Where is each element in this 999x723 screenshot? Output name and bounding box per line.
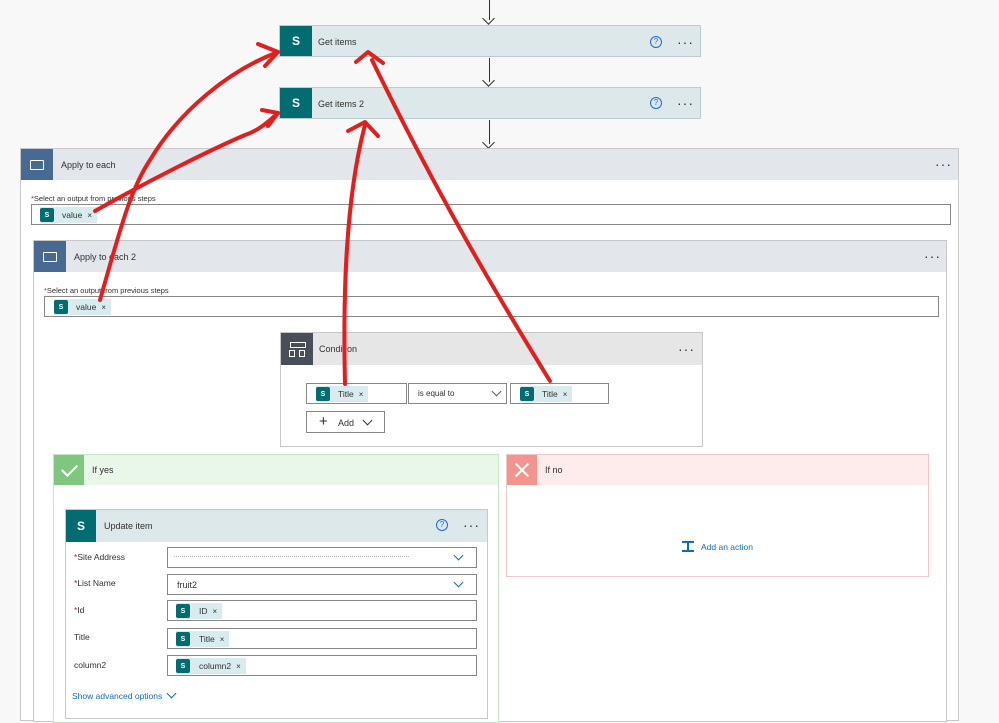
help-icon[interactable]: ? (436, 519, 448, 531)
sharepoint-icon: S (176, 632, 190, 646)
loop-icon (34, 241, 66, 272)
more-options-icon[interactable]: ··· (678, 342, 695, 356)
sharepoint-icon: S (280, 88, 312, 118)
arrow-head-icon (482, 74, 495, 87)
select-output-label: *Select an output from previous steps (44, 286, 169, 295)
title-input[interactable]: S Title × (167, 628, 477, 649)
show-advanced-options-link[interactable]: Show advanced options (72, 688, 177, 701)
apply-to-each-title: Apply to each (61, 159, 116, 170)
more-options-icon[interactable]: ··· (935, 157, 952, 171)
list-name-input[interactable]: fruit2 (167, 574, 477, 595)
operator-select[interactable]: is equal to (408, 383, 507, 404)
select-output-label: *Select an output from previous steps (31, 194, 156, 203)
remove-token-icon[interactable]: × (220, 635, 225, 644)
if-no-header[interactable]: If no (507, 455, 928, 485)
apply-to-each-2-card: Apply to each 2 ··· *Select an output fr… (33, 240, 947, 723)
dynamic-token[interactable]: S Title × (176, 631, 230, 647)
apply-to-each-card: Apply to each ··· *Select an output from… (20, 148, 959, 723)
condition-title: Condition (319, 344, 358, 354)
condition-icon (281, 333, 313, 365)
more-options-icon[interactable]: ··· (924, 249, 941, 263)
apply-to-each-2-header[interactable]: Apply to each 2 (34, 241, 946, 272)
add-an-action-link[interactable]: Add an action (682, 541, 753, 552)
help-icon[interactable]: ? (650, 97, 662, 109)
dynamic-token[interactable]: S column2 × (176, 658, 246, 674)
sharepoint-icon: S (176, 604, 190, 618)
select-output-field[interactable]: S value × (44, 296, 939, 317)
condition-card: Condition ··· S Title × is equal to S Tit… (280, 332, 703, 447)
select-output-field[interactable]: S value × (31, 204, 951, 225)
dynamic-token[interactable]: S Title × (520, 386, 573, 402)
update-item-card: S Update item ? ··· *Site Address *List … (65, 509, 488, 719)
arrow-head-icon (482, 12, 495, 25)
site-address-input[interactable] (167, 547, 477, 568)
chevron-down-icon (362, 415, 373, 426)
if-yes-header[interactable]: If yes (54, 455, 498, 485)
update-item-title: Update item (104, 521, 153, 531)
sharepoint-icon: S (176, 659, 190, 673)
id-label: *Id (74, 605, 85, 615)
chevron-down-icon (166, 688, 177, 699)
annotation-arrow (346, 120, 380, 138)
if-yes-title: If yes (92, 465, 114, 475)
more-options-icon[interactable]: ··· (677, 96, 694, 110)
close-icon (507, 455, 537, 485)
remove-token-icon[interactable]: × (563, 390, 568, 399)
annotation-arrow (260, 108, 280, 128)
id-input[interactable]: S ID × (167, 600, 477, 621)
sharepoint-icon: S (66, 510, 96, 542)
chevron-down-icon (453, 550, 464, 561)
remove-token-icon[interactable]: × (101, 303, 106, 312)
remove-token-icon[interactable]: × (87, 211, 92, 220)
column2-label: column2 (74, 660, 107, 670)
help-icon[interactable]: ? (650, 36, 662, 48)
if-no-branch: If no Add an action (506, 454, 929, 577)
remove-token-icon[interactable]: × (236, 662, 241, 671)
get-items-title: Get items (318, 37, 357, 47)
apply-to-each-2-title: Apply to each 2 (74, 251, 137, 262)
apply-to-each-header[interactable]: Apply to each (21, 149, 958, 180)
more-options-icon[interactable]: ··· (677, 35, 694, 49)
condition-right-field[interactable]: S Title × (510, 383, 609, 404)
get-items-2-card[interactable]: S Get items 2 ? ··· (279, 87, 701, 119)
add-action-icon (682, 541, 694, 552)
arrow-head-icon (482, 136, 495, 149)
more-options-icon[interactable]: ··· (463, 518, 480, 532)
if-no-title: If no (545, 465, 563, 475)
column2-input[interactable]: S column2 × (167, 655, 477, 676)
checkmark-icon (54, 455, 84, 485)
dynamic-token[interactable]: S value × (54, 299, 111, 315)
update-item-header[interactable]: S Update item (66, 510, 487, 542)
chevron-down-icon (491, 386, 502, 397)
remove-token-icon[interactable]: × (359, 390, 364, 399)
add-button[interactable]: + Add (306, 411, 385, 433)
plus-icon: + (319, 413, 328, 430)
chevron-down-icon (453, 577, 464, 588)
site-address-label: *Site Address (74, 552, 126, 562)
sharepoint-icon: S (280, 26, 312, 56)
annotation-arrow (256, 42, 280, 68)
loop-icon (21, 149, 53, 180)
title-label: Title (74, 632, 90, 642)
condition-header[interactable]: Condition (281, 333, 702, 365)
sharepoint-icon: S (40, 208, 54, 222)
get-items-2-title: Get items 2 (318, 99, 365, 109)
redacted-value (174, 556, 409, 560)
sharepoint-icon: S (520, 387, 534, 401)
get-items-card[interactable]: S Get items ? ··· (279, 25, 701, 57)
dynamic-token[interactable]: S ID × (176, 603, 223, 619)
sharepoint-icon: S (316, 387, 330, 401)
sharepoint-icon: S (54, 300, 68, 314)
dynamic-token[interactable]: S Title × (316, 386, 369, 402)
dynamic-token[interactable]: S value × (40, 207, 97, 223)
if-yes-branch: If yes S Update item ? ··· *Site Address… (53, 454, 499, 723)
list-name-label: *List Name (74, 578, 116, 588)
remove-token-icon[interactable]: × (213, 607, 218, 616)
condition-left-field[interactable]: S Title × (306, 383, 407, 404)
